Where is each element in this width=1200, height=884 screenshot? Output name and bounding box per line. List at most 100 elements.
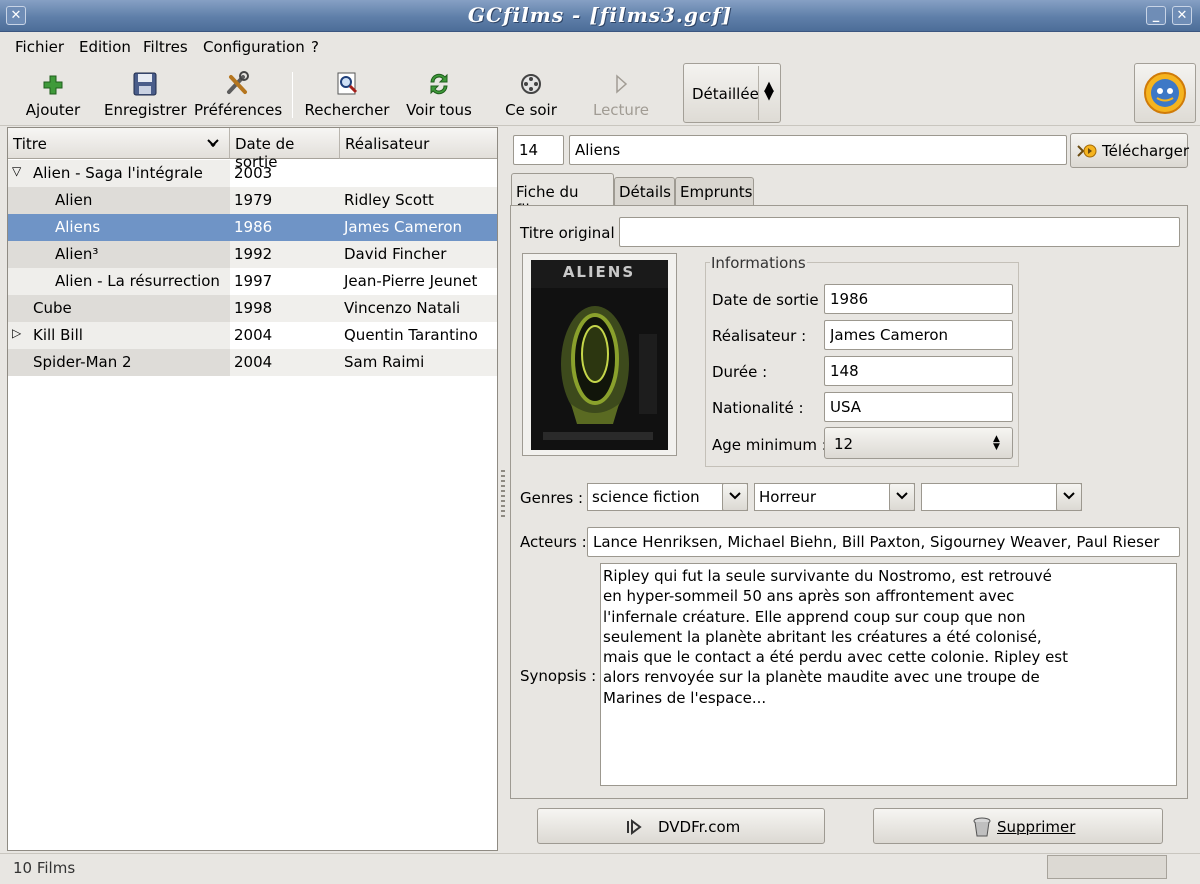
chevron-down-icon[interactable] — [722, 483, 748, 511]
row-title: Kill Bill — [33, 326, 83, 344]
view-mode-select[interactable]: Détaillée ▲ ▼ — [683, 63, 781, 123]
toolbar: Ajouter Enregistrer Préférences Recherch… — [0, 62, 1200, 126]
actors-field[interactable] — [587, 527, 1180, 557]
chevron-down-icon[interactable] — [1056, 483, 1082, 511]
film-id-field[interactable] — [513, 135, 564, 165]
add-button[interactable]: Ajouter — [20, 66, 86, 124]
list-row[interactable]: Alien³ 1992 David Fincher — [8, 241, 497, 268]
menu-filtres[interactable]: Filtres — [143, 38, 188, 56]
dvdfr-source-button[interactable]: DVDFr.com — [537, 808, 825, 844]
pane-splitter-handle[interactable] — [501, 470, 505, 520]
list-row[interactable]: Spider-Man 2 2004 Sam Raimi — [8, 349, 497, 376]
age-label: Age minimum : — [712, 436, 827, 454]
row-date: 2004 — [234, 326, 273, 344]
tonight-button[interactable]: Ce soir — [500, 66, 562, 124]
minimize-button[interactable]: _ — [1146, 6, 1166, 25]
date-field[interactable] — [824, 284, 1013, 314]
dvdfr-label: DVDFr.com — [658, 818, 741, 836]
row-title: Alien³ — [55, 245, 99, 263]
film-count: 10 Films — [13, 859, 76, 877]
add-label: Ajouter — [25, 101, 81, 119]
film-list[interactable]: Titre ⌄ Date de sortie Réalisateur ▽ Ali… — [7, 127, 498, 851]
tab-fiche-du-film[interactable]: Fiche du film — [511, 173, 614, 219]
floppy-icon — [133, 72, 157, 96]
duration-field[interactable] — [824, 356, 1013, 386]
tonight-label: Ce soir — [505, 101, 557, 119]
list-row[interactable]: Alien - La résurrection 1997 Jean-Pierre… — [8, 268, 497, 295]
close-button[interactable]: ✕ — [1172, 6, 1192, 25]
show-all-button[interactable]: Voir tous — [404, 66, 474, 124]
row-title: Cube — [33, 299, 72, 317]
genre-combo-1[interactable]: science fiction — [587, 483, 748, 511]
tab-details[interactable]: Détails — [614, 177, 675, 206]
row-date: 2004 — [234, 353, 273, 371]
preferences-button[interactable]: Préférences — [194, 66, 282, 124]
list-row[interactable]: Cube 1998 Vincenzo Natali — [8, 295, 497, 322]
poster-image: ALIENS — [531, 260, 668, 450]
column-header-title[interactable]: Titre ⌄ — [8, 128, 230, 159]
poster-frame[interactable]: ALIENS — [522, 253, 677, 456]
date-label: Date de sortie : — [712, 291, 829, 309]
row-date: 1986 — [234, 218, 273, 236]
download-label: Télécharger — [1102, 142, 1190, 160]
list-row[interactable]: ▷ Kill Bill 2004 Quentin Tarantino — [8, 322, 497, 349]
tools-icon — [227, 71, 249, 94]
save-button[interactable]: Enregistrer — [104, 66, 187, 124]
menu-fichier[interactable]: Fichier — [15, 38, 64, 56]
age-minimum-spinner[interactable]: 12 ▲ ▼ — [824, 427, 1013, 459]
download-button[interactable]: Télécharger — [1070, 133, 1190, 168]
search-button[interactable]: Rechercher — [304, 66, 390, 124]
column-header-director[interactable]: Réalisateur — [340, 128, 497, 159]
gcfilms-logo-button[interactable] — [1134, 63, 1196, 123]
row-director: Vincenzo Natali — [344, 299, 461, 317]
row-director: Ridley Scott — [344, 191, 434, 209]
refresh-icon — [430, 73, 448, 95]
menu-configuration[interactable]: Configuration — [203, 38, 305, 56]
genre-combo-2[interactable]: Horreur — [754, 483, 915, 511]
search-label: Rechercher — [304, 101, 390, 119]
list-row-selected[interactable]: Aliens 1986 James Cameron — [8, 214, 497, 241]
row-title: Spider-Man 2 — [33, 353, 132, 371]
gcfilms-logo-icon — [1144, 72, 1186, 114]
play-button[interactable]: Lecture — [590, 66, 652, 124]
genre-combo-3[interactable] — [921, 483, 1082, 511]
chevron-down-icon[interactable] — [889, 483, 915, 511]
age-value: 12 — [834, 435, 854, 453]
duration-label: Durée : — [712, 363, 768, 381]
row-title: Alien - La résurrection — [55, 272, 220, 290]
status-bar: 10 Films — [0, 853, 1200, 884]
row-director: Sam Raimi — [344, 353, 425, 371]
save-label: Enregistrer — [104, 101, 187, 119]
synopsis-label: Synopsis : — [520, 667, 597, 685]
expander-open-icon[interactable]: ▽ — [12, 164, 21, 178]
column-header-date[interactable]: Date de sortie — [230, 128, 340, 171]
list-row[interactable]: ▽ Alien - Saga l'intégrale 2003 — [8, 160, 497, 187]
view-mode-divider — [758, 66, 759, 120]
menu-edition[interactable]: Edition — [79, 38, 131, 56]
informations-frame-title: Informations — [710, 254, 807, 272]
menu-help[interactable]: ? — [311, 38, 319, 56]
actors-label: Acteurs : — [520, 533, 587, 551]
list-row[interactable]: Alien 1979 Ridley Scott — [8, 187, 497, 214]
row-director: Jean-Pierre Jeunet — [344, 272, 478, 290]
row-date: 1992 — [234, 245, 273, 263]
original-title-field[interactable] — [619, 217, 1180, 247]
tab-emprunts[interactable]: Emprunts — [675, 177, 754, 206]
view-mode-value: Détaillée — [692, 85, 759, 103]
delete-button[interactable]: Supprimer — [873, 808, 1163, 844]
row-director: James Cameron — [344, 218, 463, 236]
preferences-label: Préférences — [194, 101, 283, 119]
menu-bar: Fichier Edition Filtres Configuration ? — [0, 33, 1200, 61]
nationality-field[interactable] — [824, 392, 1013, 422]
poster-title: ALIENS — [563, 263, 635, 281]
trash-icon — [973, 817, 991, 837]
synopsis-textarea[interactable]: Ripley qui fut la seule survivante du No… — [600, 563, 1177, 786]
film-title-field[interactable] — [569, 135, 1067, 165]
nationality-label: Nationalité : — [712, 399, 804, 417]
director-field[interactable] — [824, 320, 1013, 350]
row-date: 2003 — [234, 164, 273, 182]
original-title-label: Titre original : — [520, 224, 625, 242]
expander-closed-icon[interactable]: ▷ — [12, 326, 21, 340]
plus-icon — [43, 75, 63, 95]
spin-arrows-icon: ▲ ▼ — [993, 434, 1000, 452]
